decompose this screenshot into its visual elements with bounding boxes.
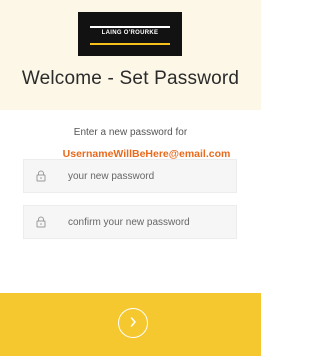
confirm-password-input[interactable] xyxy=(68,206,232,238)
lock-icon xyxy=(24,206,58,238)
header: LAING O'ROURKE Welcome - Set Password xyxy=(0,0,261,110)
lock-icon xyxy=(24,160,58,192)
new-password-field xyxy=(23,159,237,193)
page-title: Welcome - Set Password xyxy=(21,68,240,89)
footer-bar xyxy=(0,293,261,356)
new-password-input[interactable] xyxy=(68,160,232,192)
laing-orourke-logo: LAING O'ROURKE xyxy=(78,12,182,56)
logo-white-stripe xyxy=(90,26,170,28)
password-instruction: Enter a new password for xyxy=(73,127,188,138)
confirm-password-field xyxy=(23,205,237,239)
logo-text: LAING O'ROURKE xyxy=(101,30,159,36)
chevron-right-icon xyxy=(128,316,138,331)
logo-yellow-stripe xyxy=(90,43,170,45)
submit-button[interactable] xyxy=(118,308,148,338)
